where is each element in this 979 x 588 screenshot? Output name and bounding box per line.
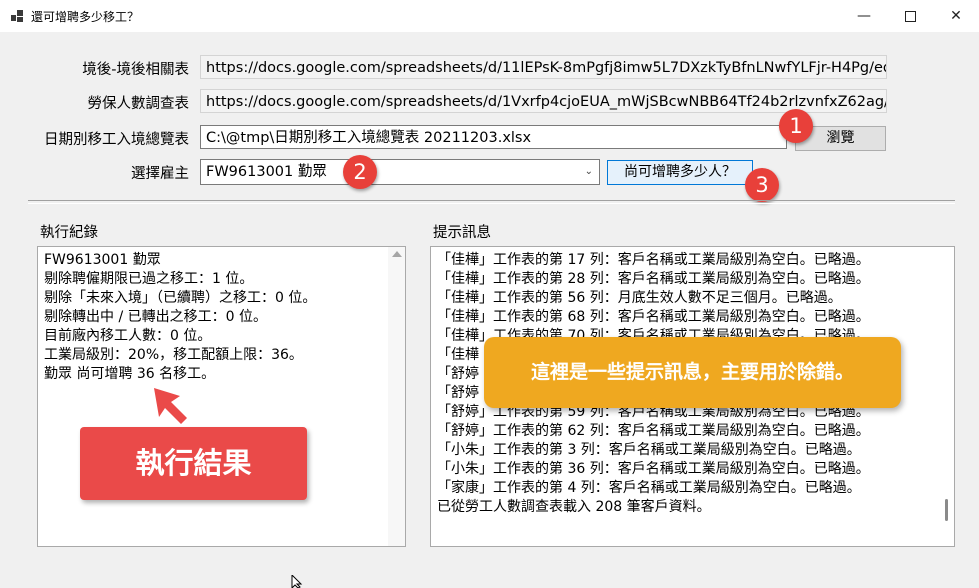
hint-line: 「小朱」工作表的第 3 列：客戶名稱或工業局級別為空白。已略過。 bbox=[437, 442, 861, 458]
employer-select-label: 選擇雇主 bbox=[131, 166, 189, 182]
maximize-icon bbox=[904, 10, 916, 22]
hint-line: 「舒婷」工作表的第 62 列：客戶名稱或工業局級別為空白。已略過。 bbox=[437, 423, 870, 439]
hints-panel-title: 提示訊息 bbox=[433, 225, 491, 241]
result-callout: 執行結果 bbox=[80, 427, 307, 500]
log-line: FW9613001 勤眾 bbox=[44, 252, 161, 268]
log-line: 剔除轉出中 / 已轉出之移工：0 位。 bbox=[44, 309, 267, 325]
entry-overview-file-label: 日期別移工入境總覽表 bbox=[44, 132, 189, 148]
log-panel-title: 執行紀錄 bbox=[40, 225, 98, 241]
log-scrollbar[interactable] bbox=[388, 247, 405, 546]
entry-overview-file-path-field[interactable]: C:\@tmp\日期別移工入境總覽表 20211203.xlsx bbox=[200, 125, 787, 149]
query-hire-capacity-button[interactable]: 尚可增聘多少人？ bbox=[607, 160, 753, 185]
log-line: 目前廠內移工人數：0 位。 bbox=[44, 328, 212, 344]
minimize-icon: — bbox=[857, 8, 871, 24]
hint-line: 已從勞工人數調查表載入 208 筆客戶資料。 bbox=[437, 499, 711, 515]
annotation-badge-1: 1 bbox=[779, 109, 813, 143]
hint-line: 「佳樺」工作表的第 56 列：月底生效人數不足三個月。已略過。 bbox=[437, 290, 842, 306]
employer-select-value: FW9613001 勤眾 bbox=[206, 164, 327, 180]
post-entry-sheet-url-field[interactable]: https://docs.google.com/spreadsheets/d/1… bbox=[200, 55, 887, 79]
scroll-up-icon bbox=[392, 251, 402, 257]
title-bar: 還可增聘多少移工？ — ✕ bbox=[0, 0, 979, 32]
hint-callout: 這裡是一些提示訊息，主要用於除錯。 bbox=[484, 337, 901, 408]
hint-line: 「小朱」工作表的第 36 列：客戶名稱或工業局級別為空白。已略過。 bbox=[437, 461, 870, 477]
annotation-badge-3: 3 bbox=[745, 168, 779, 202]
maximize-button[interactable] bbox=[887, 0, 933, 32]
hint-line: 「佳樺」工作表的第 28 列：客戶名稱或工業局級別為空白。已略過。 bbox=[437, 271, 870, 287]
close-icon: ✕ bbox=[950, 8, 962, 24]
log-line: 勤眾 尚可增聘 36 名移工。 bbox=[44, 366, 216, 382]
mouse-cursor-icon bbox=[291, 575, 303, 588]
post-entry-sheet-label: 境後-境後相關表 bbox=[82, 62, 189, 78]
chevron-down-icon: ⌄ bbox=[584, 166, 593, 177]
pointer-arrow-icon bbox=[154, 388, 187, 424]
labor-insurance-sheet-url-field[interactable]: https://docs.google.com/spreadsheets/d/1… bbox=[200, 89, 887, 113]
close-button[interactable]: ✕ bbox=[933, 0, 979, 32]
hint-line: 「佳樺」工作表的第 68 列：客戶名稱或工業局級別為空白。已略過。 bbox=[437, 309, 870, 325]
log-listbox[interactable]: FW9613001 勤眾 剔除聘僱期限已過之移工：1 位。 剔除「未來入境」（已… bbox=[37, 246, 406, 547]
minimize-button[interactable]: — bbox=[841, 0, 887, 32]
window-title: 還可增聘多少移工？ bbox=[31, 10, 140, 24]
annotation-badge-2: 2 bbox=[343, 155, 377, 189]
log-line: 工業局級別：20%，移工配額上限：36。 bbox=[44, 347, 303, 363]
hint-line: 「佳樺」工作表的第 17 列：客戶名稱或工業局級別為空白。已略過。 bbox=[437, 252, 870, 268]
log-lines: FW9613001 勤眾 剔除聘僱期限已過之移工：1 位。 剔除「未來入境」（已… bbox=[44, 251, 316, 384]
employer-select[interactable]: FW9613001 勤眾 ⌄ bbox=[200, 159, 600, 185]
log-line: 剔除「未來入境」（已續聘）之移工：0 位。 bbox=[44, 290, 317, 306]
app-icon bbox=[11, 10, 23, 22]
log-line: 剔除聘僱期限已過之移工：1 位。 bbox=[44, 271, 254, 287]
hints-scroll-thumb[interactable] bbox=[945, 499, 948, 521]
labor-insurance-sheet-label: 勞保人數調查表 bbox=[87, 96, 190, 112]
hint-line: 「家康」工作表的第 4 列：客戶名稱或工業局級別為空白。已略過。 bbox=[437, 480, 861, 496]
section-divider bbox=[28, 200, 955, 204]
